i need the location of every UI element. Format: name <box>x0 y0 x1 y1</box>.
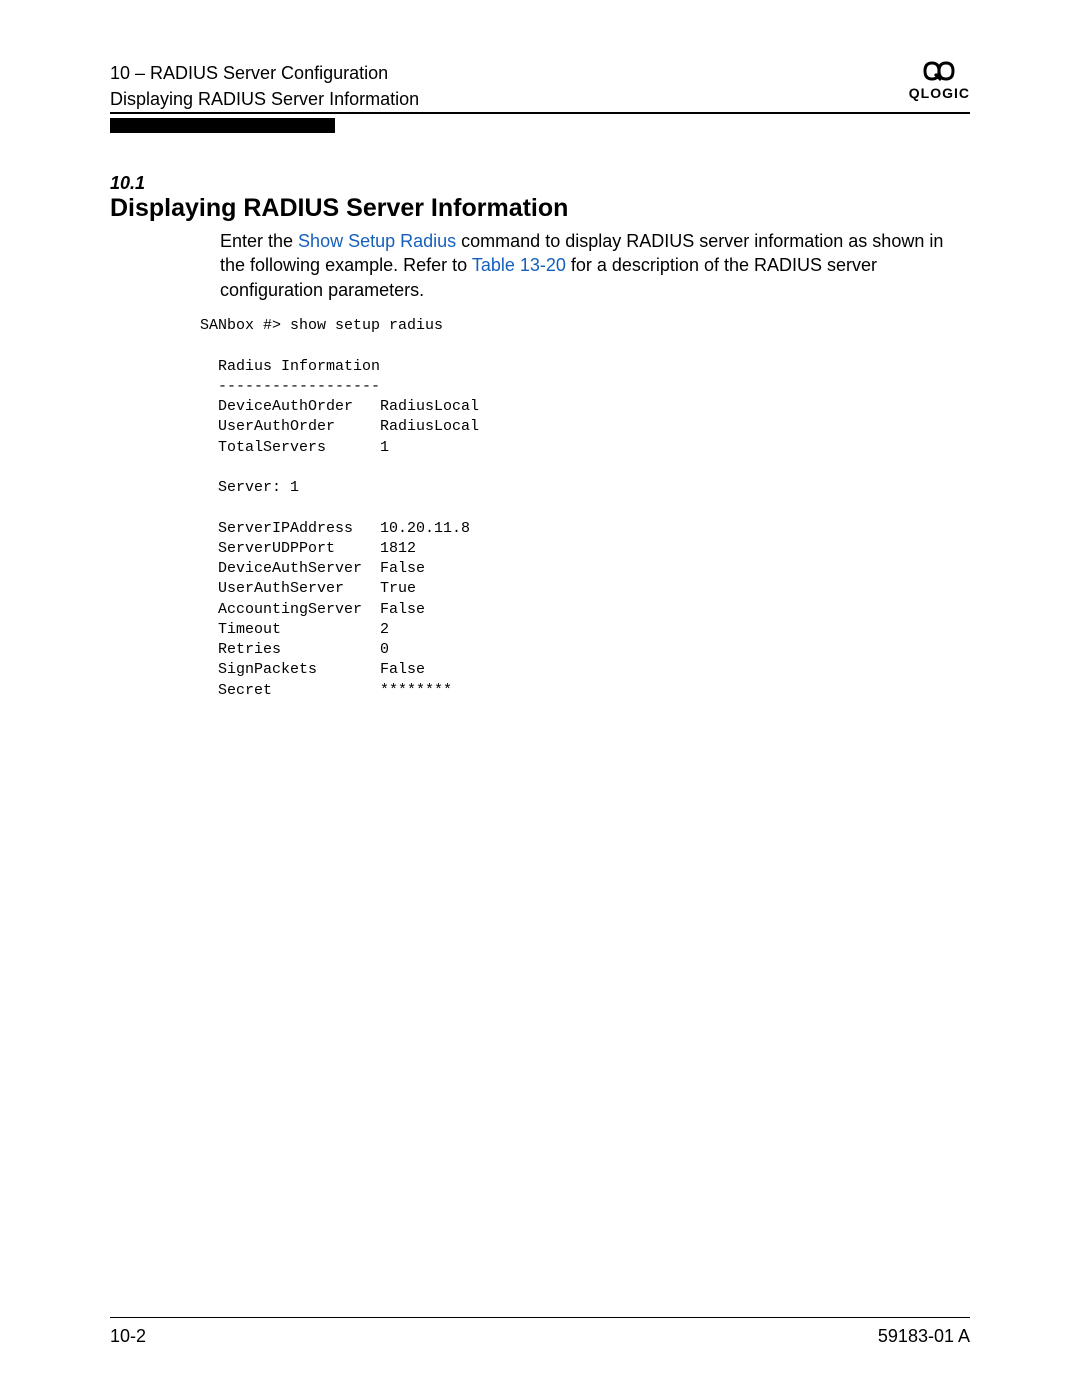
header-line2: Displaying RADIUS Server Information <box>110 86 419 112</box>
header-rule <box>110 112 970 114</box>
footer-docnum: 59183-01 A <box>878 1326 970 1347</box>
logo: QLOGIC <box>909 60 970 101</box>
footer-rule <box>110 1317 970 1318</box>
qlogic-icon <box>921 60 957 82</box>
header-text: 10 – RADIUS Server Configuration Display… <box>110 60 419 112</box>
header-blackbar <box>110 118 970 133</box>
code-block: SANbox #> show setup radius Radius Infor… <box>200 316 970 701</box>
link-show-setup-radius[interactable]: Show Setup Radius <box>298 231 456 251</box>
section-title: Displaying RADIUS Server Information <box>110 194 970 223</box>
body-paragraph: Enter the Show Setup Radius command to d… <box>220 229 970 302</box>
footer-page: 10-2 <box>110 1326 146 1347</box>
link-table-13-20[interactable]: Table 13-20 <box>472 255 566 275</box>
section-number: 10.1 <box>110 173 970 194</box>
header-line1: 10 – RADIUS Server Configuration <box>110 60 419 86</box>
logo-text: QLOGIC <box>909 85 970 101</box>
body-text-1: Enter the <box>220 231 298 251</box>
